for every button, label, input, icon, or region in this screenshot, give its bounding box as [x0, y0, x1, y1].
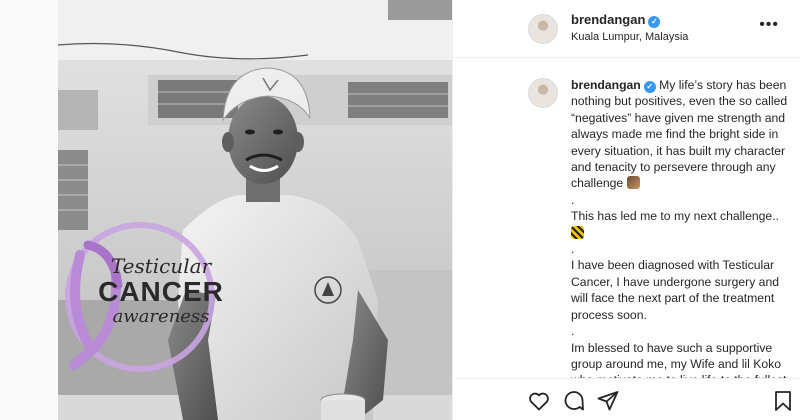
caption-line-5: . [571, 324, 575, 339]
verified-badge-icon: ✓ [643, 81, 656, 93]
header-username[interactable]: brendangan [571, 12, 645, 27]
caption-area: brendangan ✓ My life’s story has been not… [453, 58, 800, 378]
raised-hands-icon [626, 176, 640, 190]
action-bar [453, 378, 800, 420]
caption-username[interactable]: brendangan [571, 78, 641, 92]
awareness-line-1: Testicular [110, 254, 212, 278]
comment-icon[interactable] [562, 389, 586, 413]
left-gutter [0, 0, 58, 420]
caption-paragraph: brendangan ✓ My life’s story has been not… [571, 77, 791, 192]
header-username-row: brendangan ✓ [571, 12, 661, 28]
share-icon[interactable] [596, 389, 620, 413]
heart-icon[interactable] [527, 389, 551, 413]
location-link[interactable]: Kuala Lumpur, Malaysia [571, 31, 688, 43]
caption-avatar[interactable] [528, 78, 558, 108]
caption-line-4: I have been diagnosed with Testicular Ca… [571, 258, 780, 322]
awareness-line-3: awareness [112, 306, 210, 327]
caption-line-0: My life’s story has been nothing but pos… [571, 78, 788, 191]
post-header: brendangan ✓ Kuala Lumpur, Malaysia ••• [453, 0, 800, 58]
verified-badge-icon: ✓ [648, 16, 661, 28]
avatar[interactable] [528, 14, 558, 44]
caption-line-2: This has led me to my next challenge.. [571, 209, 779, 224]
post-sidebar: brendangan ✓ Kuala Lumpur, Malaysia ••• b… [452, 0, 800, 420]
caption-line-3: . [571, 242, 575, 257]
post-photo[interactable]: Testicular CANCER awareness [58, 0, 452, 420]
construction-icon [571, 225, 584, 239]
more-options-button[interactable]: ••• [759, 17, 779, 33]
bookmark-icon[interactable] [771, 389, 795, 413]
caption-paragraph: This has led me to my next challenge.. [571, 208, 791, 241]
photo-illustration [58, 0, 452, 420]
caption-line-6: Im blessed to have such a supportive gro… [571, 340, 790, 379]
awareness-text: Testicular CANCER awareness [76, 255, 246, 327]
awareness-line-2: CANCER [98, 276, 224, 307]
caption-text: brendangan ✓ My life’s story has been not… [571, 77, 791, 378]
caption-line-1: . [571, 192, 575, 207]
